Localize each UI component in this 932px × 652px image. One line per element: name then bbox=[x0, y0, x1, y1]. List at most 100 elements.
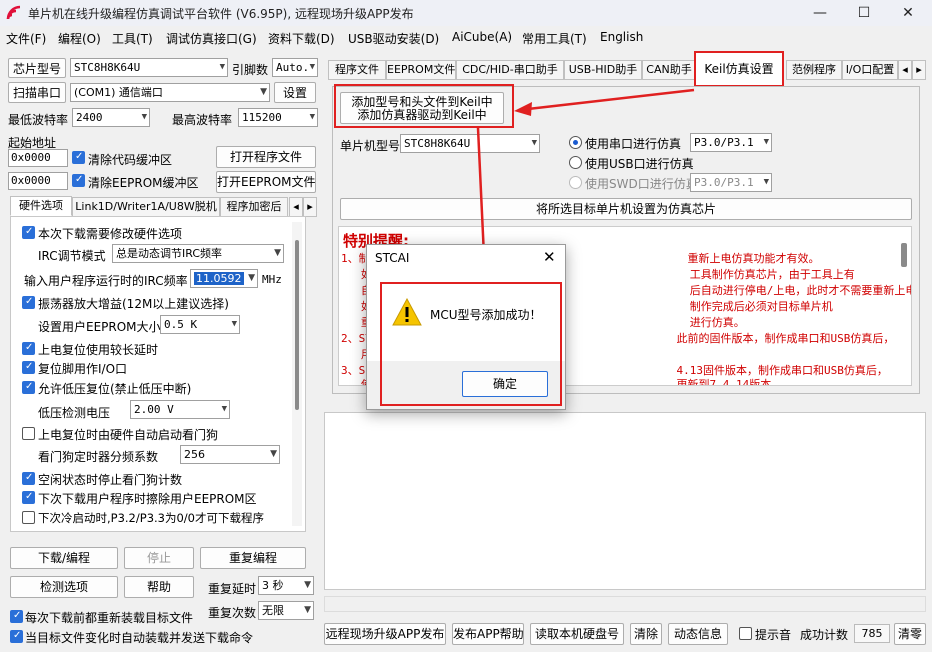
output-log[interactable] bbox=[324, 412, 926, 590]
swd-port-value: P3.0/P3.1 bbox=[694, 176, 754, 189]
chevron-down-icon: ▼ bbox=[274, 248, 281, 258]
eeprom-address-input[interactable]: 0x0000 bbox=[8, 172, 68, 190]
eeprom-size-label: 设置用户EEPROM大小 bbox=[38, 320, 161, 334]
chip-type-select[interactable]: STC8H8K64U ▼ bbox=[70, 58, 228, 77]
tab-program-file[interactable]: 程序文件 bbox=[328, 60, 386, 80]
beep-checkbox[interactable] bbox=[739, 627, 752, 640]
read-disk-button[interactable]: 读取本机硬盘号 bbox=[530, 623, 624, 645]
menu-common-tools[interactable]: 常用工具(T) bbox=[522, 30, 587, 47]
tab-scroll-left-icon[interactable]: ◂ bbox=[898, 60, 912, 80]
chevron-down-icon: ▼ bbox=[270, 449, 277, 459]
menu-aicube[interactable]: AiCube(A) bbox=[452, 30, 512, 44]
menu-program[interactable]: 编程(O) bbox=[58, 30, 101, 47]
tab-scroll-right-icon[interactable]: ▸ bbox=[912, 60, 926, 80]
wdt-hw-checkbox[interactable] bbox=[22, 427, 35, 440]
wdt-div-value: 256 bbox=[184, 448, 205, 461]
menu-downloads[interactable]: 资料下载(D) bbox=[268, 30, 335, 47]
open-eeprom-button[interactable]: 打开EEPROM文件 bbox=[216, 171, 316, 193]
wdt-div-select[interactable]: 256 ▼ bbox=[180, 445, 280, 464]
tab-keil-settings[interactable]: Keil仿真设置 bbox=[694, 51, 784, 87]
download-button[interactable]: 下载/编程 bbox=[10, 547, 118, 569]
stop-button[interactable]: 停止 bbox=[124, 547, 194, 569]
tab-eeprom-file[interactable]: EEPROM文件 bbox=[386, 60, 456, 80]
repeat-delay-value: 3 秒 bbox=[262, 579, 284, 592]
options-scrollbar[interactable] bbox=[292, 222, 302, 526]
remote-upgrade-button[interactable]: 远程现场升级APP发布 bbox=[324, 623, 446, 645]
set-emulation-chip-button[interactable]: 将所选目标单片机设置为仿真芯片 bbox=[340, 198, 912, 220]
add-to-keil-button[interactable]: 添加型号和头文件到Keil中 添加仿真器驱动到Keil中 bbox=[340, 92, 504, 124]
maximize-icon[interactable]: ☐ bbox=[842, 0, 886, 26]
irc-mode-select[interactable]: 总是动态调节IRC频率 ▼ bbox=[112, 244, 284, 263]
osc-gain-checkbox[interactable] bbox=[22, 296, 35, 309]
serial-emulation-radio[interactable] bbox=[569, 136, 582, 149]
port-value: (COM1) 通信端口 bbox=[74, 86, 163, 99]
tab-hardware-options[interactable]: 硬件选项 bbox=[10, 196, 72, 216]
tab-examples[interactable]: 范例程序 bbox=[786, 60, 842, 80]
code-address-input[interactable]: 0x0000 bbox=[8, 149, 68, 167]
open-program-button[interactable]: 打开程序文件 bbox=[216, 146, 316, 168]
cold-boot-label: 下次冷启动时,P3.2/P3.3为0/0才可下载程序 bbox=[38, 511, 264, 525]
close-icon[interactable]: ✕ bbox=[886, 0, 930, 26]
tab-scroll-right-icon[interactable]: ▸ bbox=[303, 197, 317, 217]
log-hscrollbar[interactable] bbox=[324, 596, 926, 612]
reset-count-button[interactable]: 清零 bbox=[894, 623, 926, 645]
scan-port-button[interactable]: 扫描串口 bbox=[8, 82, 66, 103]
clear-code-checkbox[interactable] bbox=[72, 151, 85, 164]
menu-usb-driver[interactable]: USB驱动安装(D) bbox=[348, 30, 439, 47]
dynamic-info-button[interactable]: 动态信息 bbox=[668, 623, 728, 645]
reprogram-button[interactable]: 重复编程 bbox=[200, 547, 306, 569]
idle-wdt-checkbox[interactable] bbox=[22, 472, 35, 485]
repeat-delay-select[interactable]: 3 秒 ▼ bbox=[258, 576, 314, 595]
minimize-icon[interactable]: — bbox=[798, 0, 842, 26]
dialog-ok-button[interactable]: 确定 bbox=[462, 371, 548, 397]
settings-button[interactable]: 设置 bbox=[274, 82, 316, 103]
reset-io-checkbox[interactable] bbox=[22, 361, 35, 374]
chip-type-label: 芯片型号 bbox=[8, 58, 66, 78]
help-button[interactable]: 帮助 bbox=[124, 576, 194, 598]
eeprom-size-select[interactable]: 0.5 K ▼ bbox=[160, 315, 240, 334]
scrollbar-thumb[interactable] bbox=[295, 240, 299, 410]
dialog-close-icon[interactable]: ✕ bbox=[543, 248, 556, 266]
tab-usb-hid[interactable]: USB-HID助手 bbox=[564, 60, 642, 80]
low-voltage-select[interactable]: 2.00 V ▼ bbox=[130, 400, 230, 419]
dialog-title: STCAI bbox=[375, 251, 410, 265]
clear-log-button[interactable]: 清除 bbox=[630, 623, 662, 645]
chip-type-value: STC8H8K64U bbox=[74, 61, 141, 74]
irc-freq-select[interactable]: 11.0592 ▼ bbox=[190, 269, 258, 288]
lvr-checkbox[interactable] bbox=[22, 381, 35, 394]
long-reset-checkbox[interactable] bbox=[22, 342, 35, 355]
erase-eeprom-checkbox[interactable] bbox=[22, 491, 35, 504]
swd-port-select[interactable]: P3.0/P3.1 ▼ bbox=[690, 173, 772, 192]
pin-count-select[interactable]: Auto. ▼ bbox=[272, 58, 318, 77]
clear-eeprom-checkbox[interactable] bbox=[72, 174, 85, 187]
tab-offline-writer[interactable]: Link1D/Writer1A/U8W脱机 bbox=[72, 197, 220, 217]
lvr-label: 允许低压复位(禁止低压中断) bbox=[38, 382, 192, 396]
tab-encryption[interactable]: 程序加密后 bbox=[220, 197, 288, 217]
beep-label: 提示音 bbox=[755, 628, 792, 642]
usb-emulation-radio[interactable] bbox=[569, 156, 582, 169]
publish-help-button[interactable]: 发布APP帮助 bbox=[452, 623, 524, 645]
repeat-count-select[interactable]: 无限 ▼ bbox=[258, 601, 314, 620]
tab-can[interactable]: CAN助手 bbox=[642, 60, 696, 80]
serial-port-select[interactable]: P3.0/P3.1 ▼ bbox=[690, 133, 772, 152]
warning-scrollbar[interactable] bbox=[901, 243, 907, 267]
reload-each-checkbox[interactable] bbox=[10, 610, 23, 623]
tab-io-config[interactable]: I/O口配置 bbox=[842, 60, 898, 80]
check-options-button[interactable]: 检测选项 bbox=[10, 576, 118, 598]
auto-send-checkbox[interactable] bbox=[10, 630, 23, 643]
irc-freq-value: 11.0592 bbox=[194, 272, 244, 285]
tab-cdc-serial[interactable]: CDC/HID-串口助手 bbox=[456, 60, 564, 80]
modify-hw-checkbox[interactable] bbox=[22, 226, 35, 239]
wdt-hw-label: 上电复位时由硬件自动启动看门狗 bbox=[38, 428, 219, 442]
max-baud-select[interactable]: 115200 ▼ bbox=[238, 108, 318, 127]
menu-debug[interactable]: 调试仿真接口(G) bbox=[166, 30, 257, 47]
menu-file[interactable]: 文件(F) bbox=[6, 30, 46, 47]
mcu-model-select[interactable]: STC8H8K64U ▼ bbox=[400, 134, 540, 153]
tab-scroll-left-icon[interactable]: ◂ bbox=[289, 197, 303, 217]
swd-emulation-radio[interactable] bbox=[569, 176, 582, 189]
menu-english[interactable]: English bbox=[600, 30, 643, 44]
min-baud-select[interactable]: 2400 ▼ bbox=[72, 108, 150, 127]
port-select[interactable]: (COM1) 通信端口 ▼ bbox=[70, 83, 270, 102]
menu-tools[interactable]: 工具(T) bbox=[112, 30, 153, 47]
cold-boot-checkbox[interactable] bbox=[22, 511, 35, 524]
